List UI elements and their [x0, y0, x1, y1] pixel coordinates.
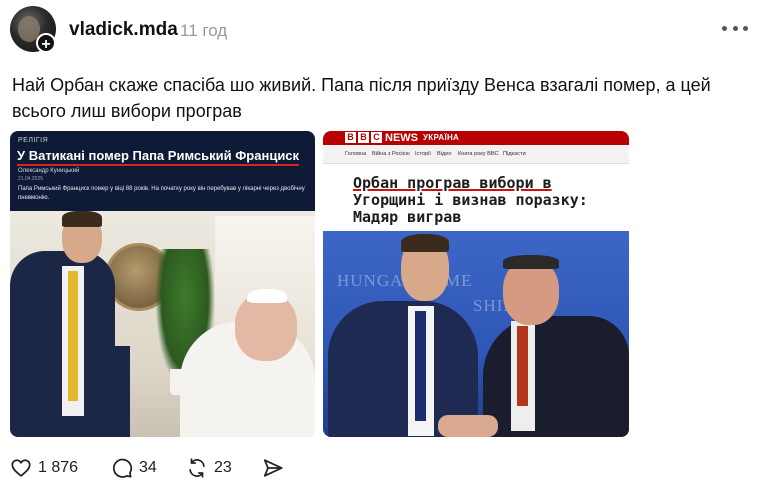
photo-man1-hair — [401, 234, 449, 252]
photo-pope-head — [235, 293, 297, 361]
article-date: 21.04.2025 — [18, 176, 44, 182]
bbc-brand: NEWS — [385, 132, 418, 144]
photo-man1-tie — [415, 311, 426, 421]
bbc-nav: Головна Війна з Росією Історії Відео Кни… — [323, 145, 629, 164]
like-button[interactable]: 1 876 — [10, 455, 78, 481]
like-count: 1 876 — [38, 459, 79, 476]
photo-handshake — [438, 415, 498, 437]
repost-icon — [186, 457, 208, 479]
repost-button[interactable]: 23 — [186, 455, 232, 481]
username[interactable]: vladick.mda — [69, 19, 178, 41]
bbc-logo-letter: B — [345, 132, 356, 143]
article-lede: Папа Римський Франциск помер у віці 88 р… — [18, 186, 305, 201]
post-text: Най Орбан скаже спасіба шо живий. Папа п… — [12, 75, 711, 121]
photo-man2-suit — [483, 316, 629, 437]
bbc-nav-item: Історії — [415, 151, 431, 157]
bbc-logo: B B C — [345, 132, 382, 143]
post-time[interactable]: 11 год — [180, 21, 227, 41]
article-header: РЕЛІГІЯ У Ватикані помер Папа Римський Ф… — [10, 131, 315, 211]
bbc-nav-item: Відео — [437, 151, 452, 157]
heart-icon — [10, 457, 32, 479]
photo-man2-tie — [517, 326, 528, 406]
bbc-nav-item: Головна — [345, 151, 367, 157]
bbc-nav-item: Підкасти — [503, 151, 526, 157]
article-tag: РЕЛІГІЯ — [18, 137, 49, 144]
bbc-nav-item: Війна з Росією — [372, 151, 410, 157]
comment-icon — [111, 457, 133, 479]
bbc-edition: УКРАЇНА — [423, 133, 460, 142]
more-options-icon[interactable] — [722, 18, 748, 38]
bbc-bar: B B C NEWS УКРАЇНА — [323, 131, 629, 145]
post-image-2[interactable]: B B C NEWS УКРАЇНА Головна Війна з Росіє… — [323, 131, 629, 437]
bbc-headline-line: Мадяр виграв — [353, 208, 462, 226]
photo-man2-hair — [503, 255, 559, 269]
bbc-nav-item: Книга року BBC — [458, 151, 499, 157]
article-headline: У Ватикані помер Папа Римський Франциск — [17, 148, 300, 166]
photo-man-hair — [62, 211, 102, 227]
share-button[interactable] — [262, 455, 284, 481]
share-icon — [262, 457, 284, 479]
comment-button[interactable]: 34 — [111, 455, 157, 481]
photo-man-tie — [68, 271, 78, 401]
bbc-headline: Орбан програв вибори в Угорщині і визнав… — [353, 175, 623, 226]
bbc-headline-line: Орбан програв вибори в — [353, 174, 552, 192]
bbc-logo-letter: B — [358, 132, 369, 143]
bbc-logo-letter: C — [371, 132, 382, 143]
bbc-headline-line: Угорщині і визнав поразку: — [353, 191, 588, 209]
post-image-1[interactable]: РЕЛІГІЯ У Ватикані помер Папа Римський Ф… — [10, 131, 315, 437]
repost-count: 23 — [214, 459, 232, 476]
article-author: Олександр Куницький — [18, 168, 80, 174]
thread-post: + vladick.mda 11 год Най Орбан скаже спа… — [0, 0, 760, 492]
photo-pope-cap — [247, 289, 287, 303]
comment-count: 34 — [139, 459, 157, 476]
follow-plus-icon[interactable]: + — [36, 33, 56, 53]
